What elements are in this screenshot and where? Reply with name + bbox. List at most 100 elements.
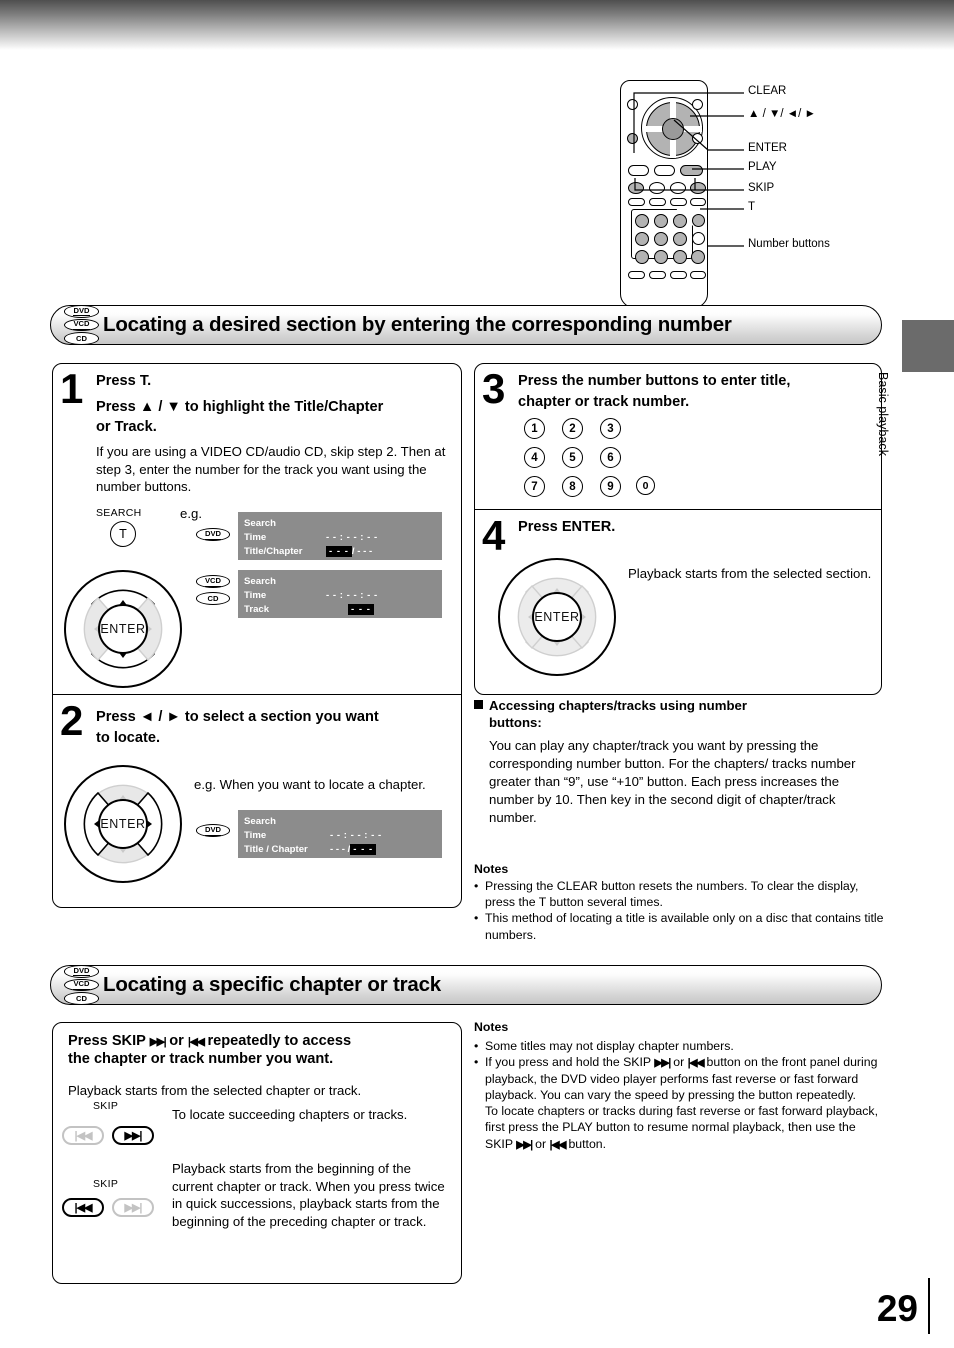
keypad-key-3[interactable]: 3: [600, 418, 621, 439]
step-4-enter-label: ENTER: [534, 610, 580, 624]
callout-label-arrows: ▲ / ▼/ ◄/ ►: [748, 108, 816, 120]
remote-control-diagram: CLEAR ▲ / ▼/ ◄/ ► ENTER PLAY SKIP T Numb…: [612, 68, 952, 308]
step-1-body: If you are using a VIDEO CD/audio CD, sk…: [96, 444, 446, 495]
skip-row1-label: SKIP: [93, 1100, 119, 1112]
step-2-caption: e.g. When you want to locate a chapter.: [194, 777, 426, 792]
accessing-heading: Accessing chapters/tracks using number b…: [474, 698, 884, 732]
step-4-enter-button: ENTER: [532, 592, 582, 642]
step-2-title-line2: to locate.: [96, 730, 161, 746]
keypad-key-6[interactable]: 6: [600, 447, 621, 468]
callout-label-enter: ENTER: [748, 142, 787, 154]
square-bullet-icon: [474, 700, 483, 709]
step-3-title-line2: chapter or track number.: [518, 394, 690, 410]
keypad-key-5[interactable]: 5: [562, 447, 583, 468]
step-1-osd-vcd: Search Time - - : - - : - - Track - - -: [238, 570, 442, 618]
step-3-number: 3: [482, 365, 506, 412]
badge-dvd: DVD: [64, 305, 99, 318]
osd-vcd-track-value: - - -: [348, 604, 374, 615]
keypad-key-2[interactable]: 2: [562, 418, 583, 439]
step-1-eg-label: e.g.: [180, 506, 202, 521]
skip-forward-glyph-note: ▶▶|: [654, 1057, 671, 1070]
accessing-heading-line2: buttons:: [489, 714, 542, 730]
keypad-key-4[interactable]: 4: [524, 447, 545, 468]
section-header-locating-specific-chapter: DVD VCD CD Locating a specific chapter o…: [50, 965, 882, 1005]
remote-callout-leader-lines: [633, 92, 744, 247]
badge2-cd: CD: [64, 992, 99, 1005]
step-1-enter-button: ENTER: [98, 604, 148, 654]
callout-label-skip: SKIP: [748, 182, 775, 194]
step-2-number: 2: [60, 697, 84, 744]
osd-dvd-title-chapter-value: - - - / - - -: [326, 546, 372, 557]
skip-row1-forward-button[interactable]: ▶▶|: [112, 1126, 154, 1145]
section2-note2-part-b: or: [673, 1055, 685, 1070]
section2-note-item-1: Some titles may not display chapter numb…: [474, 1038, 886, 1054]
keypad-key-0[interactable]: 0: [636, 476, 655, 495]
skip-row1-reverse-button[interactable]: |◀◀: [62, 1126, 104, 1145]
skip-instruction-line1-c: repeatedly to access: [207, 1033, 352, 1049]
keypad-key-8[interactable]: 8: [562, 476, 583, 497]
step-1-enter-label: ENTER: [100, 622, 146, 636]
step-1-osd-vcd-badge: VCD: [196, 575, 230, 588]
section2-note2-part-e: or: [535, 1136, 547, 1151]
section-header-locating-by-number: DVD VCD CD Locating a desired section by…: [50, 305, 882, 345]
section2-note2-part-f: button.: [568, 1136, 607, 1151]
step-2-osd-dvd: Search Time - - : - - : - - Title / Chap…: [238, 810, 442, 858]
accessing-chapters-block: Accessing chapters/tracks using number b…: [474, 698, 884, 827]
step-2-enter-button: ENTER: [98, 799, 148, 849]
step-1-search-label: SEARCH: [96, 507, 142, 519]
osd-dvd-title-highlight: - - -: [326, 546, 352, 557]
callout-label-clear: CLEAR: [748, 85, 787, 97]
keypad-key-1[interactable]: 1: [524, 418, 545, 439]
panel-divider-step1-step2: [53, 694, 461, 695]
osd-dvd-title: Search: [244, 518, 276, 529]
step-1-title-line3: or Track.: [96, 419, 157, 435]
step-2-osd-dvd-badge: DVD: [196, 824, 230, 837]
skip-forward-icon: ▶▶|: [124, 1130, 143, 1142]
osd2-title-pre: - - - /: [330, 844, 351, 855]
section2-title: Locating a specific chapter or track: [103, 973, 441, 996]
step-1-osd-dvd: Search Time - - : - - : - - Title/Chapte…: [238, 512, 442, 560]
step-2-title-line1: Press ◄ / ► to select a section you want: [96, 709, 379, 725]
callout-label-number-buttons: Number buttons: [748, 238, 830, 250]
step-3-title-line1: Press the number buttons to enter title,: [518, 373, 791, 389]
osd2-time-value: - - : - - : - -: [330, 830, 382, 841]
section1-notes-list: Pressing the CLEAR button resets the num…: [474, 878, 886, 943]
skip-reverse-glyph-note: |◀◀: [687, 1057, 705, 1070]
skip-row2-forward-button[interactable]: ▶▶|: [112, 1198, 154, 1217]
osd-dvd-title-chapter-label: Title/Chapter: [244, 546, 303, 557]
skip-instruction-line1-a: Press SKIP: [68, 1033, 146, 1049]
section2-note2-part-a: If you press and hold the SKIP: [485, 1055, 651, 1070]
badge-cd: CD: [64, 332, 99, 345]
page-number-rule: [928, 1278, 930, 1334]
osd-vcd-time-label: Time: [244, 590, 267, 601]
osd-vcd-title: Search: [244, 576, 276, 587]
osd-dvd-chapter-rest: / - - -: [351, 546, 373, 557]
skip-row1-text: To locate succeeding chapters or tracks.: [172, 1107, 408, 1122]
step-1-title-line2: Press ▲ / ▼ to highlight the Title/Chapt…: [96, 399, 384, 415]
osd-dvd-time-value: - - : - - : - -: [326, 532, 378, 543]
keypad-key-7[interactable]: 7: [524, 476, 545, 497]
badge-vcd: VCD: [64, 318, 99, 332]
step-1-number: 1: [60, 365, 84, 412]
side-tab-marker: [902, 320, 954, 372]
section1-title: Locating a desired section by entering t…: [103, 313, 732, 336]
skip-reverse-glyph-note-2: |◀◀: [549, 1138, 567, 1151]
disc-badges-section1: DVD VCD CD: [64, 305, 99, 345]
keypad-key-9[interactable]: 9: [600, 476, 621, 497]
skip-instruction-title: Press SKIP ▶▶| or |◀◀ repeatedly to acce…: [68, 1032, 448, 1069]
osd-vcd-track-label: Track: [244, 604, 270, 615]
skip-forward-icon-2: ▶▶|: [124, 1202, 143, 1214]
step-1-osd-cd-badge: CD: [196, 592, 230, 605]
skip-reverse-glyph-title: |◀◀: [187, 1036, 205, 1048]
section1-notes-heading: Notes: [474, 862, 509, 876]
osd2-title-chapter-label: Title / Chapter: [244, 844, 308, 855]
skip-row2-reverse-button[interactable]: |◀◀: [62, 1198, 104, 1217]
step-4-dpad-illustration: ENTER: [498, 558, 616, 676]
step-4-title: Press ENTER.: [518, 519, 616, 535]
panel-divider-step3-step4: [475, 509, 881, 510]
step-1-title-line1: Press T.: [96, 373, 152, 389]
skip-reverse-icon-2: |◀◀: [74, 1202, 93, 1214]
osd2-time-label: Time: [244, 830, 267, 841]
step-1-dpad-illustration: ENTER: [64, 570, 182, 688]
section2-notes-list: Some titles may not display chapter numb…: [474, 1038, 886, 1152]
